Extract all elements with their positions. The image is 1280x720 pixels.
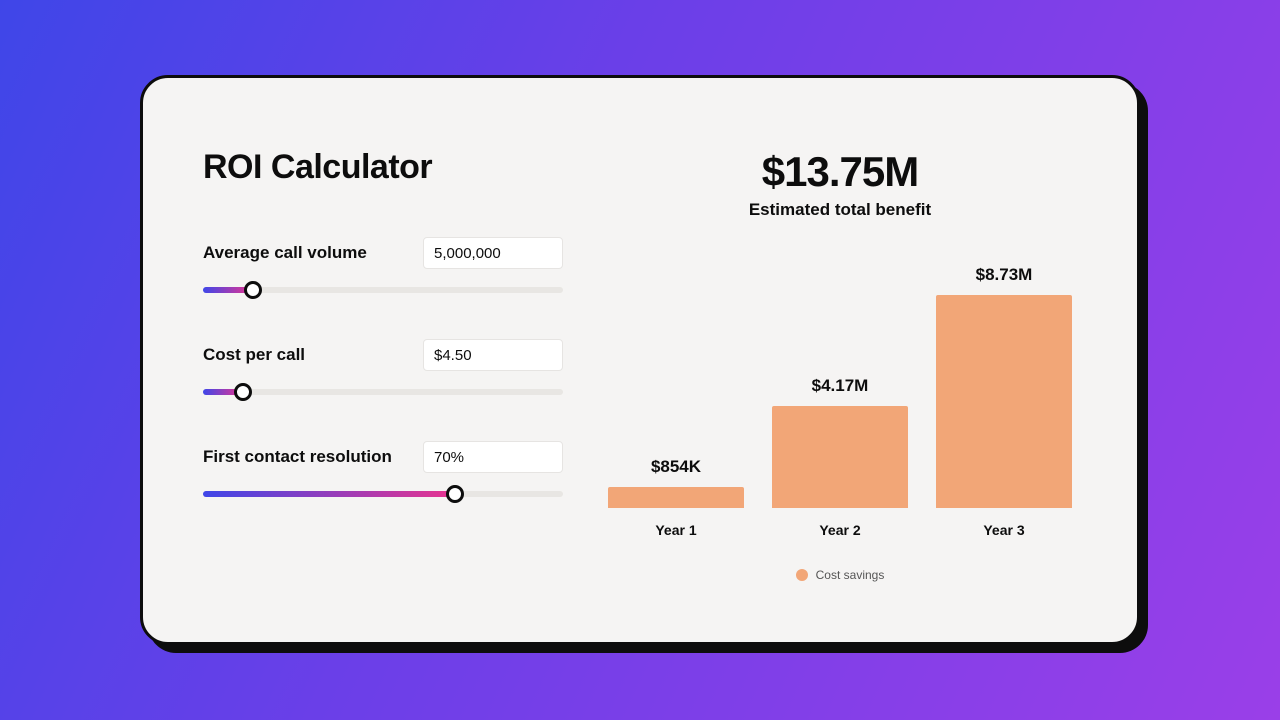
bar-value-label: $8.73M bbox=[976, 265, 1033, 285]
total-benefit-label: Estimated total benefit bbox=[749, 200, 931, 220]
results-panel: $13.75M Estimated total benefit $854K Ye… bbox=[603, 148, 1077, 602]
bar-value-label: $4.17M bbox=[812, 376, 869, 396]
benefit-bar-chart: $854K Year 1 $4.17M Year 2 $8.73M Year 3 bbox=[608, 248, 1072, 538]
slider-thumb-icon[interactable] bbox=[446, 485, 464, 503]
inputs-panel: ROI Calculator Average call volume 5,000… bbox=[203, 148, 603, 602]
call-volume-slider[interactable] bbox=[203, 283, 563, 297]
slider-thumb-icon[interactable] bbox=[234, 383, 252, 401]
cost-per-call-slider[interactable] bbox=[203, 385, 563, 399]
cost-per-call-input[interactable]: $4.50 bbox=[423, 339, 563, 371]
fcr-input[interactable]: 70% bbox=[423, 441, 563, 473]
page-title: ROI Calculator bbox=[203, 148, 603, 187]
bar-year-2: $4.17M Year 2 bbox=[772, 376, 908, 538]
roi-card: ROI Calculator Average call volume 5,000… bbox=[140, 75, 1140, 645]
legend-swatch-icon bbox=[796, 569, 808, 581]
control-label: Cost per call bbox=[203, 345, 305, 365]
bar-year-3: $8.73M Year 3 bbox=[936, 265, 1072, 538]
control-fcr: First contact resolution 70% bbox=[203, 441, 563, 501]
slider-thumb-icon[interactable] bbox=[244, 281, 262, 299]
total-benefit-value: $13.75M bbox=[762, 148, 918, 196]
bar-value-label: $854K bbox=[651, 457, 701, 477]
bar-category-label: Year 3 bbox=[983, 522, 1024, 538]
bar-year-1: $854K Year 1 bbox=[608, 457, 744, 538]
fcr-slider[interactable] bbox=[203, 487, 563, 501]
control-cost-per-call: Cost per call $4.50 bbox=[203, 339, 563, 399]
control-call-volume: Average call volume 5,000,000 bbox=[203, 237, 563, 297]
control-label: First contact resolution bbox=[203, 447, 392, 467]
legend-label: Cost savings bbox=[816, 568, 885, 582]
bar-category-label: Year 2 bbox=[819, 522, 860, 538]
page-background: ROI Calculator Average call volume 5,000… bbox=[0, 0, 1280, 720]
chart-legend: Cost savings bbox=[796, 568, 885, 582]
call-volume-input[interactable]: 5,000,000 bbox=[423, 237, 563, 269]
control-label: Average call volume bbox=[203, 243, 367, 263]
bar-category-label: Year 1 bbox=[655, 522, 696, 538]
